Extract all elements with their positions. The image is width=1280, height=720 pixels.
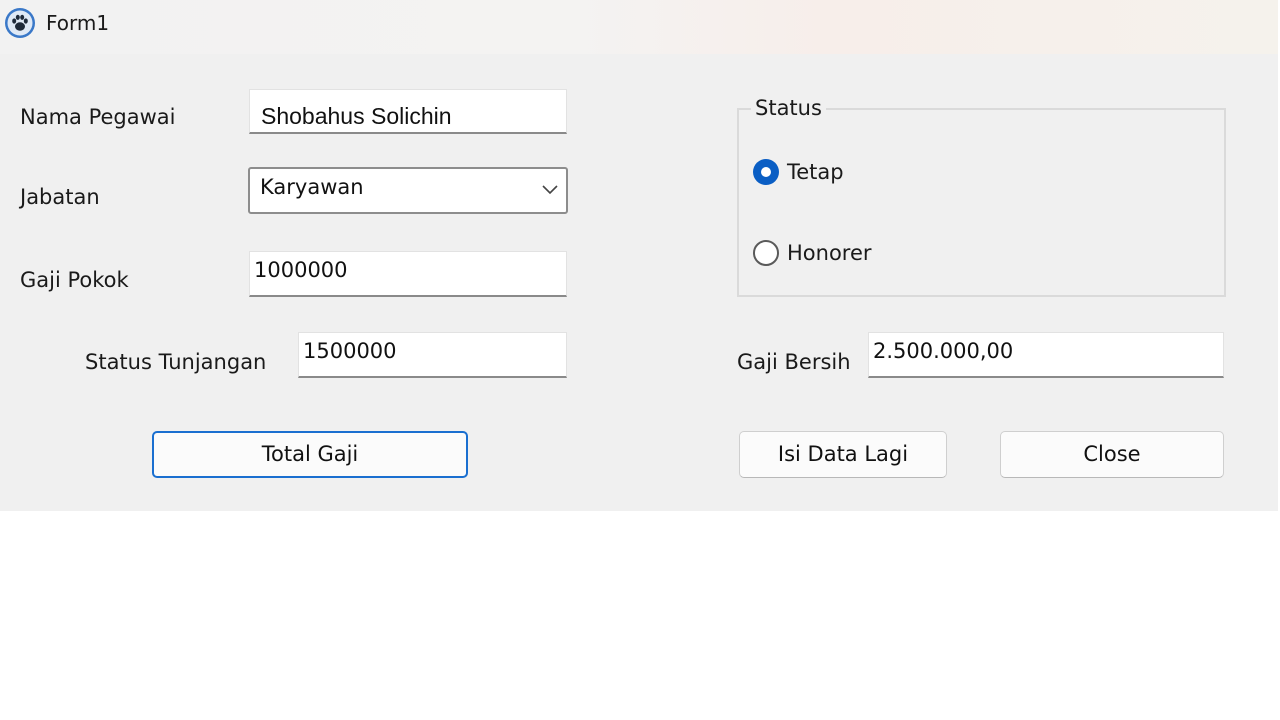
radio-unchecked-icon [753, 240, 779, 266]
status-tunjangan-label: Status Tunjangan [85, 350, 267, 374]
nama-pegawai-label: Nama Pegawai [20, 105, 176, 129]
jabatan-selected-value: Karyawan [260, 175, 364, 199]
nama-pegawai-input[interactable]: Shobahus Solichin [249, 89, 567, 134]
title-bar[interactable]: Form1 [0, 0, 1278, 54]
radio-tetap[interactable]: Tetap [753, 159, 844, 185]
window-title: Form1 [46, 11, 110, 35]
gaji-pokok-label: Gaji Pokok [20, 268, 129, 292]
total-gaji-button[interactable]: Total Gaji [152, 431, 468, 478]
gaji-bersih-output[interactable]: 2.500.000,00 [868, 332, 1224, 378]
radio-checked-icon [753, 159, 779, 185]
radio-honorer[interactable]: Honorer [753, 240, 872, 266]
jabatan-label: Jabatan [20, 185, 100, 209]
status-tunjangan-input[interactable]: 1500000 [298, 332, 567, 378]
jabatan-combobox[interactable]: Karyawan [248, 167, 568, 214]
paw-icon [5, 8, 35, 38]
radio-honorer-label: Honorer [787, 241, 872, 265]
status-group-title: Status [751, 96, 826, 120]
form-window: Form1 Nama Pegawai Shobahus Solichin Jab… [0, 0, 1278, 511]
radio-tetap-label: Tetap [787, 160, 844, 184]
status-groupbox [737, 108, 1226, 297]
close-button[interactable]: Close [1000, 431, 1224, 478]
chevron-down-icon [542, 185, 558, 195]
gaji-pokok-input[interactable]: 1000000 [249, 251, 567, 297]
isi-data-lagi-button[interactable]: Isi Data Lagi [739, 431, 947, 478]
gaji-bersih-label: Gaji Bersih [737, 350, 851, 374]
